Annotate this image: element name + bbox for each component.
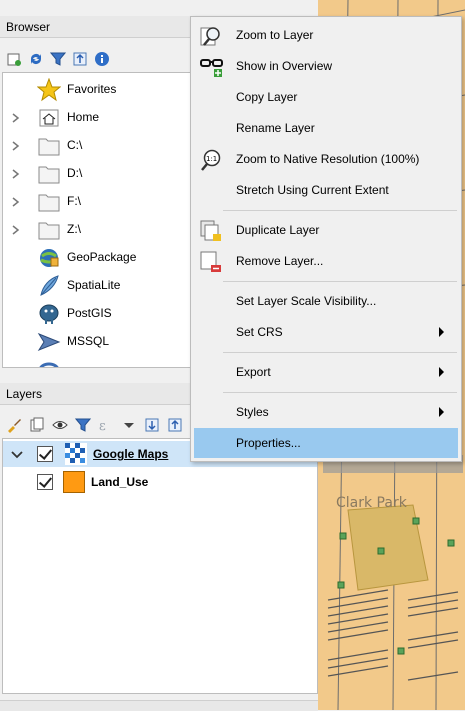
style-brush-icon[interactable]	[6, 417, 22, 433]
folder-icon	[37, 218, 61, 240]
layer-label: Google Maps	[93, 447, 169, 461]
submenu-arrow-icon	[439, 407, 444, 417]
menu-item-label: Export	[236, 365, 271, 379]
menu-item-duplicate-layer[interactable]: Duplicate Layer	[194, 215, 458, 245]
menu-item-properties[interactable]: Properties...	[194, 428, 458, 458]
menu-item-label: Zoom to Layer	[236, 28, 314, 42]
browser-item-label: F:\	[67, 194, 81, 208]
browser-item-label: C:\	[67, 138, 83, 152]
duplicate-layer-icon	[200, 220, 222, 242]
menu-item-label: Stretch Using Current Extent	[236, 183, 389, 197]
menu-separator	[223, 352, 457, 353]
menu-item-label: Styles	[236, 405, 269, 419]
map-park-label: Clark Park	[336, 495, 407, 511]
spatialite-icon	[37, 274, 61, 296]
layers-title: Layers	[6, 387, 43, 401]
layer-context-menu: Zoom to Layer Show in Overview Copy Laye…	[190, 16, 462, 462]
folder-icon	[37, 162, 61, 184]
browser-item-label: MSSQL	[67, 334, 110, 348]
menu-separator	[223, 392, 457, 393]
eye-icon[interactable]	[52, 417, 68, 433]
browser-item-label: PostGIS	[67, 306, 112, 320]
menu-item-label: Zoom to Native Resolution (100%)	[236, 152, 420, 166]
browser-item-label: SpatiaLite	[67, 278, 121, 292]
menu-item-remove-layer[interactable]: Remove Layer...	[194, 246, 458, 276]
home-icon	[37, 106, 61, 128]
expand-all-icon[interactable]	[144, 417, 160, 433]
star-icon	[36, 77, 62, 102]
browser-item-label: Home	[67, 110, 100, 124]
oracle-icon	[37, 358, 61, 367]
menu-item-label: Copy Layer	[236, 90, 298, 104]
collapse-all-layers-icon[interactable]	[167, 417, 183, 433]
browser-item-label: Z:\	[67, 222, 81, 236]
submenu-arrow-icon	[439, 327, 444, 337]
info-icon[interactable]	[94, 51, 110, 67]
filter-legend-icon[interactable]	[74, 417, 92, 433]
chevron-right-icon[interactable]	[11, 112, 21, 123]
menu-separator	[223, 210, 457, 211]
chevron-right-icon[interactable]	[11, 168, 21, 179]
menu-item-rename-layer[interactable]: Rename Layer	[194, 113, 458, 143]
menu-item-stretch-current-extent[interactable]: Stretch Using Current Extent	[194, 175, 458, 205]
add-selected-layers-icon[interactable]	[6, 51, 22, 67]
browser-item-label: Favorites	[67, 82, 117, 96]
menu-item-label: Set CRS	[236, 325, 283, 339]
layer-visibility-checkbox[interactable]	[37, 474, 53, 490]
raster-layer-icon	[65, 443, 87, 465]
dropdown-arrow-icon[interactable]	[121, 417, 137, 433]
layer-label: Land_Use	[91, 475, 149, 489]
browser-title: Browser	[6, 20, 51, 34]
menu-item-zoom-to-layer[interactable]: Zoom to Layer	[194, 20, 458, 50]
chevron-right-icon[interactable]	[11, 224, 21, 235]
folder-icon	[37, 134, 61, 156]
menu-item-zoom-native-resolution[interactable]: 1:1 Zoom to Native Resolution (100%)	[194, 144, 458, 174]
postgis-icon	[37, 302, 61, 324]
menu-item-scale-visibility[interactable]: Set Layer Scale Visibility...	[194, 286, 458, 316]
next-panel-edge	[0, 700, 318, 711]
mssql-icon	[37, 330, 61, 352]
menu-item-label: Remove Layer...	[236, 254, 324, 268]
chevron-down-icon[interactable]	[11, 449, 23, 459]
chevron-right-icon[interactable]	[11, 140, 21, 151]
chevron-right-icon[interactable]	[11, 196, 21, 207]
menu-separator	[223, 281, 457, 282]
menu-item-set-crs[interactable]: Set CRS	[194, 317, 458, 347]
expression-filter-icon[interactable]: ε	[98, 417, 114, 434]
svg-text:ε: ε	[99, 419, 106, 433]
menu-item-styles[interactable]: Styles	[194, 397, 458, 427]
menu-item-export[interactable]: Export	[194, 357, 458, 387]
collapse-all-icon[interactable]	[72, 51, 88, 67]
browser-item-label: GeoPackage	[67, 250, 137, 264]
layer-row-land-use[interactable]: Land_Use	[3, 469, 317, 495]
refresh-icon[interactable]	[28, 51, 44, 67]
glasses-icon	[200, 56, 223, 78]
menu-item-label: Properties...	[236, 436, 301, 450]
remove-layer-icon	[200, 251, 222, 273]
layers-tree: Google Maps Land_Use	[2, 438, 318, 694]
svg-text:1:1: 1:1	[206, 155, 217, 163]
zoom-to-layer-icon	[200, 25, 222, 47]
polygon-symbol-swatch[interactable]	[63, 471, 85, 493]
geopackage-icon	[37, 246, 61, 268]
folder-icon	[37, 190, 61, 212]
submenu-arrow-icon	[439, 367, 444, 377]
browser-item-label: D:\	[67, 166, 83, 180]
menu-item-show-in-overview[interactable]: Show in Overview	[194, 51, 458, 81]
zoom-one-to-one-icon: 1:1	[200, 149, 222, 171]
menu-item-label: Set Layer Scale Visibility...	[236, 294, 377, 308]
add-group-icon[interactable]	[29, 417, 45, 433]
menu-item-label: Rename Layer	[236, 121, 315, 135]
menu-item-label: Duplicate Layer	[236, 223, 320, 237]
menu-item-copy-layer[interactable]: Copy Layer	[194, 82, 458, 112]
filter-icon[interactable]	[49, 51, 67, 67]
layer-visibility-checkbox[interactable]	[37, 446, 53, 462]
menu-item-label: Show in Overview	[236, 59, 333, 73]
